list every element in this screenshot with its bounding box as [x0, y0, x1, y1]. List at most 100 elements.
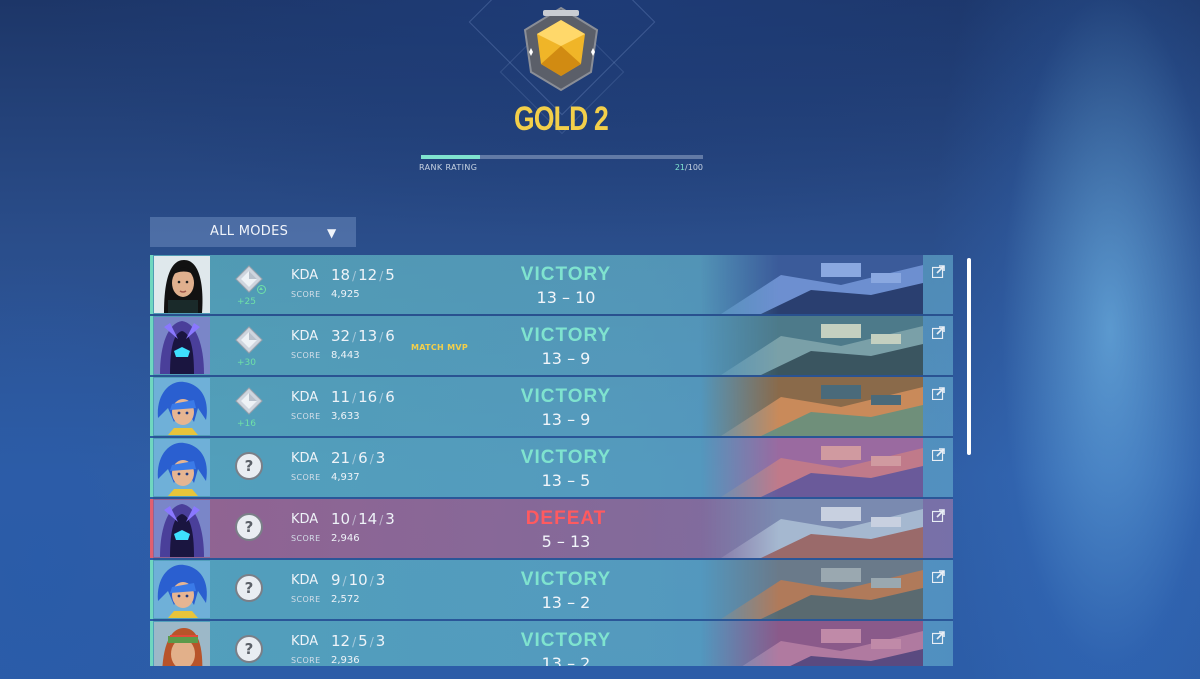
gold-rank-emblem-icon [523, 6, 599, 92]
match-result: VICTORY [520, 386, 612, 407]
score-value: 4,925 [331, 289, 360, 300]
score-dash: – [567, 654, 576, 666]
score-label: SCORE [291, 534, 321, 543]
open-details-icon[interactable] [932, 631, 945, 644]
kda-separator: / [369, 452, 374, 466]
kills: 12 [331, 632, 351, 650]
match-row[interactable]: +16 KDA 11/16/6 SCORE 3,633 VICTORY 13 – 9 [150, 377, 953, 438]
kda-value: 21/6/3 [331, 449, 385, 467]
score-value: 2,936 [331, 655, 360, 666]
match-row[interactable]: +25 KDA 18/12/5 SCORE 4,925 VICTORY 13 – 10 [150, 255, 953, 316]
kda-label: KDA [291, 390, 319, 405]
open-details-icon[interactable] [932, 387, 945, 400]
silver-rank-icon [235, 326, 263, 354]
kda-label: KDA [291, 512, 319, 527]
match-row[interactable]: ? KDA 12/5/3 SCORE 2,936 VICTORY 13 – 2 [150, 621, 953, 666]
enemy-score: 2 [580, 593, 591, 612]
kills: 18 [331, 266, 351, 284]
match-score: 5 – 13 [513, 532, 619, 551]
open-details-icon[interactable] [932, 509, 945, 522]
kills: 21 [331, 449, 351, 467]
enemy-score: 9 [580, 349, 591, 368]
team-score: 13 [541, 410, 562, 429]
score-dash: – [556, 532, 565, 551]
match-result: VICTORY [520, 447, 612, 468]
assists: 6 [385, 327, 395, 345]
map-thumbnail [701, 560, 923, 619]
rr-change: +16 [237, 419, 256, 429]
match-list-scrollbar[interactable] [967, 258, 971, 455]
team-score: 13 [541, 471, 562, 490]
agent-portrait-dark-hair [154, 256, 210, 313]
dropdown-arrow-icon: ▼ [327, 226, 337, 240]
open-details-icon[interactable] [932, 265, 945, 278]
deaths: 6 [358, 449, 368, 467]
open-details-icon[interactable] [932, 326, 945, 339]
deaths: 12 [358, 266, 378, 284]
agent-portrait-red-bandana [154, 622, 210, 666]
match-row[interactable]: ? KDA 10/14/3 SCORE 2,946 DEFEAT 5 – 13 [150, 499, 953, 560]
map-thumbnail [701, 255, 923, 314]
team-score: 13 [541, 349, 562, 368]
kda-value: 9/10/3 [331, 571, 385, 589]
open-details-icon[interactable] [932, 570, 945, 583]
deaths: 16 [358, 388, 378, 406]
match-score: 13 – 2 [513, 654, 619, 666]
agent-portrait-blue-hair [154, 561, 210, 618]
kda-label: KDA [291, 634, 319, 649]
kda-separator: / [342, 574, 347, 588]
kda-value: 10/14/3 [331, 510, 395, 528]
match-score: 13 – 5 [513, 471, 619, 490]
match-history-list: +25 KDA 18/12/5 SCORE 4,925 VICTORY 13 – 10 +30… [150, 255, 953, 666]
enemy-score: 2 [580, 654, 591, 666]
score-value: 3,633 [331, 411, 360, 422]
kills: 9 [331, 571, 341, 589]
score-dash: – [567, 593, 576, 612]
enemy-score: 13 [570, 532, 591, 551]
agent-portrait-purple-hood [154, 500, 210, 557]
match-mvp-badge: MATCH MVP [411, 343, 469, 352]
deaths: 13 [358, 327, 378, 345]
score-label: SCORE [291, 595, 321, 604]
open-details-icon[interactable] [932, 448, 945, 461]
score-dash: – [567, 471, 576, 490]
assists: 3 [385, 510, 395, 528]
kda-separator: / [352, 513, 357, 527]
score-label: SCORE [291, 473, 321, 482]
kda-separator: / [352, 635, 357, 649]
enemy-score: 9 [580, 410, 591, 429]
kda-value: 18/12/5 [331, 266, 395, 284]
map-thumbnail [701, 377, 923, 436]
score-dash: – [567, 410, 576, 429]
team-score: 13 [536, 288, 557, 307]
kda-value: 12/5/3 [331, 632, 385, 650]
assists: 5 [385, 266, 395, 284]
rank-up-icon [257, 285, 266, 294]
match-row[interactable]: +30 KDA 32/13/6 SCORE 8,443 MATCH MVP VICTORY 1… [150, 316, 953, 377]
enemy-score: 5 [580, 471, 591, 490]
score-value: 2,572 [331, 594, 360, 605]
enemy-score: 10 [575, 288, 596, 307]
assists: 6 [385, 388, 395, 406]
assists: 3 [375, 571, 386, 589]
rr-change: +25 [237, 297, 256, 307]
match-row[interactable]: ? KDA 21/6/3 SCORE 4,937 VICTORY 13 – 5 [150, 438, 953, 499]
score-label: SCORE [291, 351, 321, 360]
score-label: SCORE [291, 412, 321, 421]
mode-filter-label: ALL MODES [210, 224, 289, 239]
kda-label: KDA [291, 573, 319, 588]
kda-separator: / [379, 269, 384, 283]
kda-value: 32/13/6 [331, 327, 395, 345]
deaths: 14 [358, 510, 378, 528]
match-result: VICTORY [520, 630, 612, 651]
kills: 10 [331, 510, 351, 528]
match-row[interactable]: ? KDA 9/10/3 SCORE 2,572 VICTORY 13 – 2 [150, 560, 953, 621]
score-dash: – [567, 349, 576, 368]
deaths: 10 [348, 571, 368, 589]
rank-rating-progress-bar [421, 155, 703, 159]
agent-portrait-blue-hair [154, 439, 210, 496]
kda-separator: / [379, 330, 384, 344]
match-result: VICTORY [520, 325, 612, 346]
mode-filter-dropdown[interactable]: ALL MODES ▼ [150, 217, 356, 247]
match-score: 13 – 2 [513, 593, 619, 612]
